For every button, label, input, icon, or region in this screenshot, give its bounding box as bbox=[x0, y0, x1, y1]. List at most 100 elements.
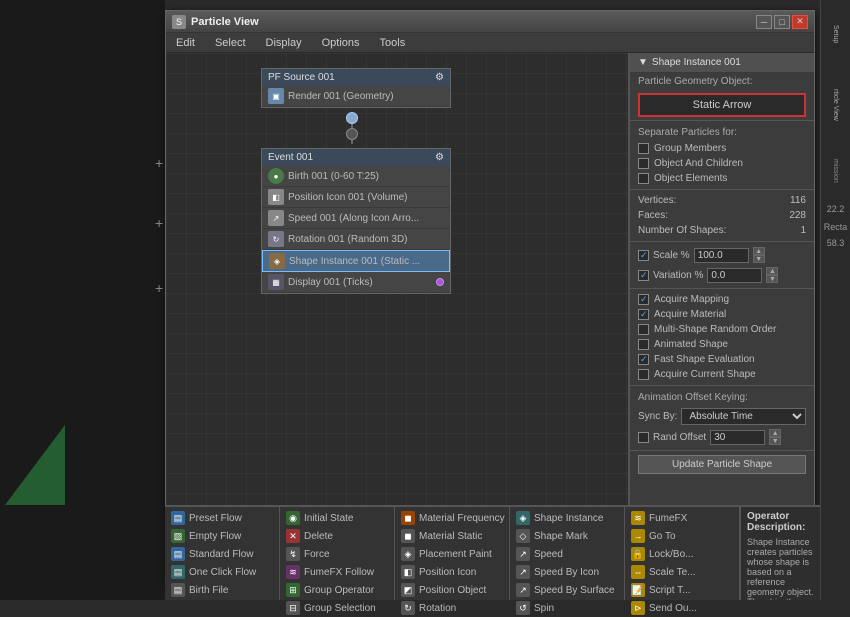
object-children-checkbox[interactable] bbox=[638, 158, 649, 169]
pf-source-gear-icon[interactable]: ⚙ bbox=[435, 72, 444, 83]
preset-flow-item[interactable]: ▤ Preset Flow bbox=[165, 509, 279, 527]
birth-icon: ● bbox=[268, 168, 284, 184]
maximize-button[interactable]: □ bbox=[774, 15, 790, 29]
rotation-item[interactable]: ↻ Rotation bbox=[395, 599, 509, 617]
event-header: Event 001 ⚙ bbox=[262, 149, 450, 166]
shape-instance-row[interactable]: ◈ Shape Instance 001 (Static ... bbox=[262, 250, 450, 272]
go-to-item[interactable]: → Go To bbox=[625, 527, 739, 545]
group-members-checkbox[interactable] bbox=[638, 143, 649, 154]
update-button[interactable]: Update Particle Shape bbox=[638, 455, 806, 474]
force-item[interactable]: ↯ Force bbox=[280, 545, 394, 563]
object-children-checkbox-row[interactable]: Object And Children bbox=[630, 156, 814, 171]
empty-flow-item[interactable]: ▧ Empty Flow bbox=[165, 527, 279, 545]
faces-value: 228 bbox=[789, 210, 806, 221]
rotation-row[interactable]: ↻ Rotation 001 (Random 3D) bbox=[262, 229, 450, 250]
birth-file-item[interactable]: ▤ Birth File bbox=[165, 581, 279, 599]
acquire-mapping-row[interactable]: Acquire Mapping bbox=[630, 292, 814, 307]
animated-shape-checkbox[interactable] bbox=[638, 339, 649, 350]
placement-paint-item[interactable]: ◈ Placement Paint bbox=[395, 545, 509, 563]
side-btn-2[interactable]: rticle View bbox=[827, 70, 845, 140]
position-icon-item[interactable]: ◧ Position Icon bbox=[395, 563, 509, 581]
position-icon: ◧ bbox=[268, 189, 284, 205]
position-row[interactable]: ◧ Position Icon 001 (Volume) bbox=[262, 187, 450, 208]
rand-offset-up-arrow[interactable]: ▲ bbox=[769, 429, 781, 437]
variation-up-arrow[interactable]: ▲ bbox=[766, 267, 778, 275]
one-click-flow-item[interactable]: ▤ One Click Flow bbox=[165, 563, 279, 581]
send-ou-item[interactable]: ⊳ Send Ou... bbox=[625, 599, 739, 617]
variation-input[interactable] bbox=[707, 268, 762, 283]
acquire-material-label: Acquire Material bbox=[654, 309, 726, 320]
menu-options[interactable]: Options bbox=[318, 35, 364, 51]
event-gear-icon[interactable]: ⚙ bbox=[435, 152, 444, 163]
acquire-material-checkbox[interactable] bbox=[638, 309, 649, 320]
fast-shape-row[interactable]: Fast Shape Evaluation bbox=[630, 352, 814, 367]
multi-shape-checkbox[interactable] bbox=[638, 324, 649, 335]
animated-shape-row[interactable]: Animated Shape bbox=[630, 337, 814, 352]
material-frequency-item[interactable]: ◼ Material Frequency bbox=[395, 509, 509, 527]
menu-edit[interactable]: Edit bbox=[172, 35, 199, 51]
acquire-mapping-checkbox[interactable] bbox=[638, 294, 649, 305]
static-arrow-box[interactable]: Static Arrow bbox=[638, 93, 806, 117]
sync-by-select[interactable]: Absolute Time Particle Age Event Duratio… bbox=[681, 408, 806, 425]
right-panel: ▼ Shape Instance 001 Particle Geometry O… bbox=[629, 53, 814, 579]
minimize-button[interactable]: ─ bbox=[756, 15, 772, 29]
fumefx-item[interactable]: ≋ FumeFX bbox=[625, 509, 739, 527]
side-value-1: 22.2 bbox=[827, 204, 845, 214]
standard-flow-item[interactable]: ▤ Standard Flow bbox=[165, 545, 279, 563]
fast-shape-checkbox[interactable] bbox=[638, 354, 649, 365]
menu-display[interactable]: Display bbox=[262, 35, 306, 51]
plus-button-2[interactable]: + bbox=[155, 215, 163, 231]
script-t-item[interactable]: 📝 Script T... bbox=[625, 581, 739, 599]
close-button[interactable]: ✕ bbox=[792, 15, 808, 29]
scale-te-item[interactable]: ⇔ Scale Te... bbox=[625, 563, 739, 581]
fumefx-label: FumeFX bbox=[649, 513, 687, 524]
object-elements-checkbox[interactable] bbox=[638, 173, 649, 184]
multi-shape-row[interactable]: Multi-Shape Random Order bbox=[630, 322, 814, 337]
variation-down-arrow[interactable]: ▼ bbox=[766, 275, 778, 283]
group-operator-item[interactable]: ⊞ Group Operator bbox=[280, 581, 394, 599]
menu-bar: Edit Select Display Options Tools bbox=[166, 33, 814, 53]
side-btn-3[interactable]: mission bbox=[827, 146, 845, 196]
rand-offset-down-arrow[interactable]: ▼ bbox=[769, 437, 781, 445]
spin-item[interactable]: ↺ Spin bbox=[510, 599, 624, 617]
spin-icon: ↺ bbox=[516, 601, 530, 615]
pf-source-render-row[interactable]: ▣ Render 001 (Geometry) bbox=[262, 86, 450, 107]
position-object-item[interactable]: ◩ Position Object bbox=[395, 581, 509, 599]
lock-bo-item[interactable]: 🔒 Lock/Bo... bbox=[625, 545, 739, 563]
group-members-checkbox-row[interactable]: Group Members bbox=[630, 141, 814, 156]
speed-by-surface-item[interactable]: ↗ Speed By Surface bbox=[510, 581, 624, 599]
shape-mark-item[interactable]: ◇ Shape Mark bbox=[510, 527, 624, 545]
flow-panel: PF Source 001 ⚙ ▣ Render 001 (Geometry) bbox=[166, 53, 629, 579]
menu-tools[interactable]: Tools bbox=[376, 35, 410, 51]
object-children-label: Object And Children bbox=[654, 158, 743, 169]
display-row[interactable]: ▦ Display 001 (Ticks) bbox=[262, 272, 450, 293]
scale-checkbox[interactable] bbox=[638, 250, 649, 261]
vertices-row: Vertices: 116 bbox=[630, 193, 814, 208]
plus-button-3[interactable]: + bbox=[155, 280, 163, 296]
rand-offset-input[interactable] bbox=[710, 430, 765, 445]
object-elements-checkbox-row[interactable]: Object Elements bbox=[630, 171, 814, 186]
side-btn-1[interactable]: Setup bbox=[827, 4, 845, 64]
fumefx-follow-item[interactable]: ≋ FumeFX Follow bbox=[280, 563, 394, 581]
menu-select[interactable]: Select bbox=[211, 35, 250, 51]
group-selection-item[interactable]: ⊟ Group Selection bbox=[280, 599, 394, 617]
scale-down-arrow[interactable]: ▼ bbox=[753, 255, 765, 263]
delete-item[interactable]: ✕ Delete bbox=[280, 527, 394, 545]
acquire-current-checkbox[interactable] bbox=[638, 369, 649, 380]
initial-state-icon: ◉ bbox=[286, 511, 300, 525]
speed-by-icon-item[interactable]: ↗ Speed By Icon bbox=[510, 563, 624, 581]
speed-item[interactable]: ↗ Speed bbox=[510, 545, 624, 563]
collapse-icon[interactable]: ▼ bbox=[638, 57, 648, 68]
acquire-material-row[interactable]: Acquire Material bbox=[630, 307, 814, 322]
initial-state-item[interactable]: ◉ Initial State bbox=[280, 509, 394, 527]
acquire-current-row[interactable]: Acquire Current Shape bbox=[630, 367, 814, 382]
birth-row[interactable]: ● Birth 001 (0-60 T:25) bbox=[262, 166, 450, 187]
scale-input[interactable] bbox=[694, 248, 749, 263]
speed-row[interactable]: ↗ Speed 001 (Along Icon Arro... bbox=[262, 208, 450, 229]
material-static-item[interactable]: ◼ Material Static bbox=[395, 527, 509, 545]
variation-checkbox[interactable] bbox=[638, 270, 649, 281]
rand-offset-checkbox[interactable] bbox=[638, 432, 649, 443]
shape-instance-item[interactable]: ◈ Shape Instance bbox=[510, 509, 624, 527]
plus-button-1[interactable]: + bbox=[155, 155, 163, 171]
scale-up-arrow[interactable]: ▲ bbox=[753, 247, 765, 255]
